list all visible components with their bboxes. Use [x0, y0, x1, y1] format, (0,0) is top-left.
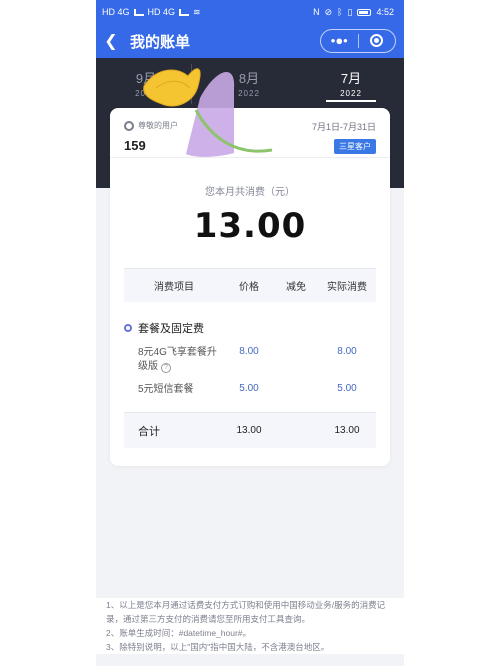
- signal-icon-2: [179, 8, 190, 16]
- total-amount: 13.00: [193, 206, 307, 246]
- phone-screen: HD 4G HD 4G ≋ N ⊘ ᛒ ▯ 4:52 ❮ 我的账单 •●• 9月…: [96, 0, 404, 666]
- status-bar: HD 4G HD 4G ≋ N ⊘ ᛒ ▯ 4:52: [96, 0, 404, 24]
- section-bullet-icon: [124, 324, 132, 332]
- month-label: 7月: [340, 71, 362, 86]
- back-arrow-icon[interactable]: ❮: [96, 31, 126, 51]
- table-header: 消费项目 价格 减免 实际消费: [124, 268, 376, 302]
- month-year: 2022: [326, 89, 376, 102]
- item-name-text: 8元4G飞享套餐升级版: [138, 347, 217, 372]
- footnote: 2、账单生成时间：#datetime_hour#。: [106, 628, 252, 638]
- flower-sticker: [143, 68, 273, 157]
- item-discount: [274, 383, 318, 397]
- mini-program-capsule: •●•: [320, 29, 396, 53]
- mute-icon: ⊘: [324, 6, 333, 17]
- column-header: 价格: [239, 282, 259, 293]
- bluetooth-icon: ᛒ: [337, 7, 343, 17]
- item-actual: 5.00: [337, 383, 357, 394]
- column-header: 消费项目: [154, 282, 194, 293]
- nfc-icon: N: [313, 7, 320, 17]
- help-icon[interactable]: ?: [161, 363, 171, 373]
- total-row-label: 合计: [138, 425, 160, 438]
- item-name: 5元短信套餐: [138, 384, 194, 395]
- item-name: 8元4G飞享套餐升级版?: [124, 346, 224, 374]
- nav-bar: ❮ 我的账单 •●•: [96, 24, 404, 58]
- more-dots-icon[interactable]: •●•: [321, 30, 358, 52]
- column-header: 实际消费: [327, 282, 367, 293]
- table-row: 5元短信套餐 5.00 5.00: [124, 383, 376, 397]
- item-actual: 8.00: [337, 346, 357, 357]
- month-tab-jul[interactable]: 7月 2022: [326, 68, 376, 102]
- bill-period: 7月1日-7月31日: [311, 122, 376, 132]
- total-row: 合计 13.00 13.00: [124, 412, 376, 448]
- column-header: 减免: [286, 282, 306, 293]
- total-row-price: 13.00: [236, 425, 262, 436]
- carrier-label: HD 4G: [102, 7, 130, 17]
- battery-icon: [357, 8, 372, 16]
- total-label: 您本月共消费（元）: [205, 187, 295, 198]
- section-title: 套餐及固定费: [124, 320, 204, 336]
- item-price: 5.00: [239, 383, 259, 394]
- item-discount: [274, 346, 318, 374]
- item-price: 8.00: [239, 346, 259, 357]
- carrier-label-2: HD 4G: [147, 7, 176, 17]
- customer-icon: [124, 121, 134, 131]
- tier-badge: 三星客户: [334, 139, 376, 154]
- wifi-icon: ≋: [193, 6, 201, 17]
- close-target-icon[interactable]: [359, 30, 396, 52]
- footnote: 1、以上是您本月通过话费支付方式订购和使用中国移动业务/服务的消费记录，通过第三…: [106, 600, 386, 624]
- table-row: 8元4G飞享套餐升级版? 8.00 8.00: [124, 346, 376, 374]
- status-time: 4:52: [376, 7, 394, 17]
- page-title: 我的账单: [130, 33, 191, 51]
- vibrate-icon: ▯: [347, 6, 353, 17]
- section-title-text: 套餐及固定费: [138, 323, 204, 335]
- footnote: 3、除特别说明，以上"国内"指中国大陆，不含港澳台地区。: [106, 642, 330, 652]
- signal-icon: [133, 8, 144, 16]
- total-row-actual: 13.00: [334, 425, 360, 436]
- footnotes: 1、以上是您本月通过话费支付方式订购和使用中国移动业务/服务的消费记录，通过第三…: [96, 598, 404, 654]
